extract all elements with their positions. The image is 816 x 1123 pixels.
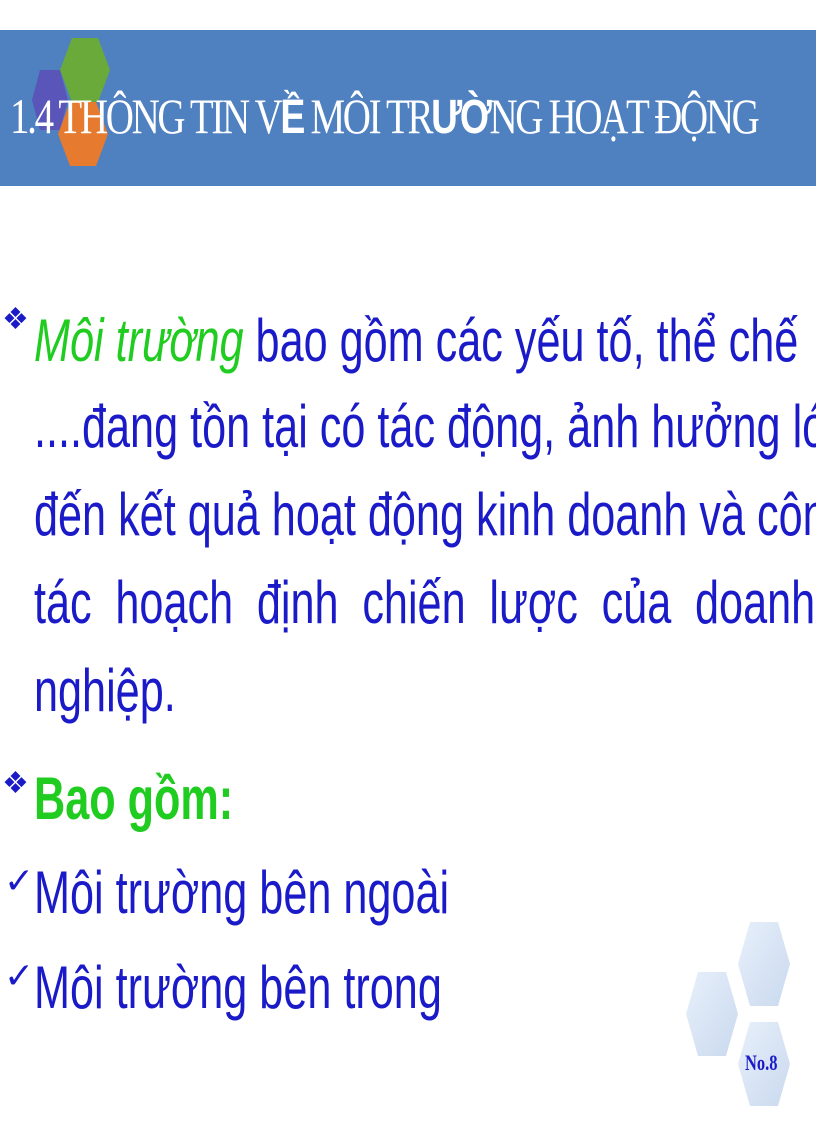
item-external-environment: Môi trường bên ngoài <box>34 859 450 926</box>
word: lược <box>489 569 578 636</box>
word: doanh <box>695 569 816 636</box>
bullet-1-line-1: Môi trường bao gồm các yếu tố, thể chế <box>34 307 799 374</box>
bullet-1-line-4: tác hoạch định chiến lược của doanh <box>34 570 815 636</box>
item-internal-environment: Môi trường bên trong <box>34 954 442 1021</box>
word: của <box>601 569 672 636</box>
page-number: No.8 <box>745 1050 778 1075</box>
diamond-bullet-icon: ❖ <box>2 767 29 800</box>
checkmark-icon: ✓ <box>4 955 35 996</box>
word: chiến <box>362 569 466 636</box>
bullet-2-label: Bao gồm: <box>34 765 234 832</box>
slide-title: 1.4 THÔNG TIN VỀ MÔI TRƯỜNG HOẠT ĐỘNG <box>10 88 760 144</box>
word: định <box>256 569 339 636</box>
checkmark-icon: ✓ <box>4 860 35 901</box>
word: hoạch <box>115 569 234 636</box>
bullet-1-line-3: đến kết quả hoạt động kinh doanh và công <box>34 481 816 548</box>
title-banner: 1.4 THÔNG TIN VỀ MÔI TRƯỜNG HOẠT ĐỘNG <box>0 30 816 186</box>
diamond-bullet-icon: ❖ <box>2 303 29 336</box>
bullet-1-line-2: ....đang tồn tại có tác động, ảnh hưởng … <box>34 393 816 460</box>
hexagon-decoration-icon <box>686 922 790 1106</box>
word: tác <box>34 569 92 636</box>
bullet-1-line-5: nghiệp. <box>34 657 176 724</box>
